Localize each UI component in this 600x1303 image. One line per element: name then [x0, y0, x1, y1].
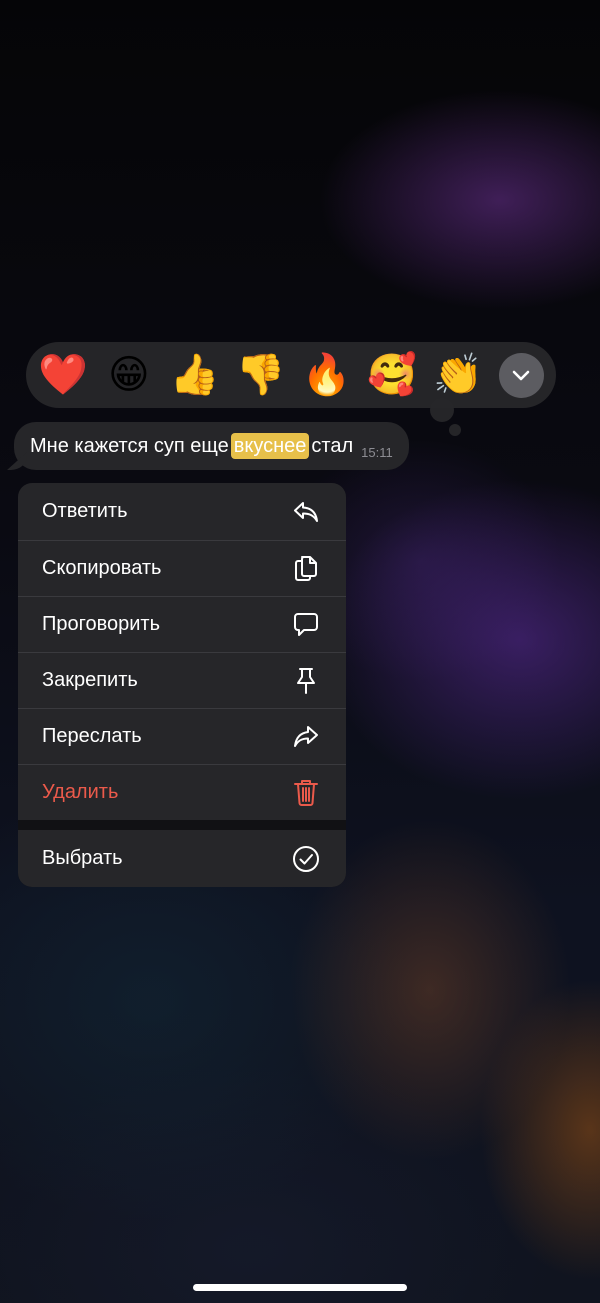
menu-item-delete[interactable]: Удалить — [18, 764, 346, 820]
menu-item-reply[interactable]: Ответить — [18, 483, 346, 540]
forward-icon — [290, 720, 322, 752]
reaction-clapping-hands[interactable]: 👏 — [433, 350, 483, 400]
message-context-menu: Ответить Скопировать Проговорить Закрепи… — [18, 483, 346, 887]
reaction-fire[interactable]: 🔥 — [301, 350, 351, 400]
copy-icon — [290, 552, 322, 584]
home-indicator[interactable] — [193, 1284, 407, 1291]
message-text-after: стал — [311, 434, 354, 457]
menu-item-forward[interactable]: Переслать — [18, 708, 346, 764]
reaction-bar-tail — [430, 398, 454, 422]
checkmark-circle-icon — [290, 843, 322, 875]
menu-item-copy[interactable]: Скопировать — [18, 540, 346, 596]
message-text-before: Мне кажется суп еще — [30, 434, 229, 457]
message-text: Мне кажется суп еще вкуснее стал — [30, 432, 354, 459]
message-timestamp: 15:11 — [361, 444, 393, 460]
menu-item-label: Выбрать — [42, 847, 123, 869]
expand-reactions-button[interactable] — [498, 352, 544, 398]
menu-item-label: Переслать — [42, 724, 142, 747]
menu-separator — [18, 820, 346, 830]
menu-item-speak[interactable]: Проговорить — [18, 596, 346, 652]
chevron-down-icon — [513, 370, 530, 381]
menu-item-pin[interactable]: Закрепить — [18, 652, 346, 708]
reply-icon — [290, 496, 322, 528]
menu-select-group: Выбрать — [18, 830, 346, 887]
reaction-thumbs-down[interactable]: 👎 — [236, 350, 286, 400]
reaction-grinning-face[interactable]: 😁 — [104, 350, 154, 400]
reaction-bar-tail-small — [449, 424, 461, 436]
menu-item-label: Удалить — [42, 780, 119, 803]
menu-item-select[interactable]: Выбрать — [18, 830, 346, 887]
message-highlighted-word: вкуснее — [230, 432, 310, 459]
menu-item-label: Ответить — [42, 500, 128, 522]
menu-item-label: Закрепить — [42, 668, 138, 691]
menu-item-label: Проговорить — [42, 612, 160, 635]
menu-item-label: Скопировать — [42, 556, 162, 579]
trash-icon — [290, 776, 322, 808]
pin-icon — [290, 664, 322, 696]
message-bubble[interactable]: Мне кажется суп еще вкуснее стал 15:11 — [14, 422, 409, 470]
reaction-smiling-face-with-hearts[interactable]: 🥰 — [367, 350, 417, 400]
reaction-thumbs-up[interactable]: 👍 — [170, 350, 220, 400]
speech-bubble-icon — [290, 608, 322, 640]
reaction-bar: ❤️ 😁 👍 👎 🔥 🥰 👏 — [26, 342, 556, 408]
reaction-red-heart[interactable]: ❤️ — [38, 350, 88, 400]
menu-actions-group: Ответить Скопировать Проговорить Закрепи… — [18, 483, 346, 820]
